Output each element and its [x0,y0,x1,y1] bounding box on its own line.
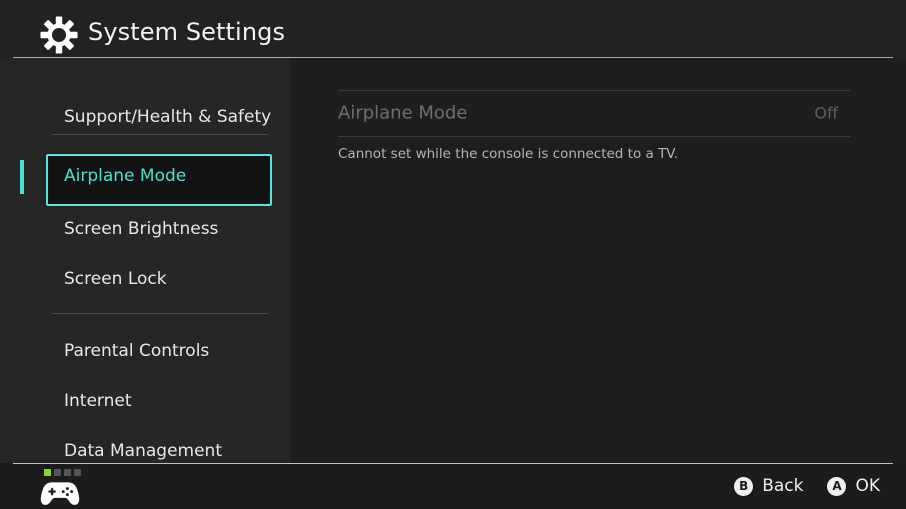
settings-sidebar[interactable]: Support/Health & Safety Airplane Mode Sc… [0,58,290,463]
sidebar-item-screen-lock[interactable]: Screen Lock [0,254,290,304]
ok-button-label: OK [855,476,880,496]
sidebar-item-label: Internet [64,391,132,411]
player-dot-1 [44,469,51,476]
sidebar-item-label: Parental Controls [64,341,210,361]
sidebar-item-label: Support/Health & Safety [64,107,272,127]
sidebar-item-internet[interactable]: Internet [0,376,290,426]
gear-icon [40,16,78,54]
sidebar-item-label: Data Management [64,441,222,461]
player-indicator-dots [44,469,81,476]
settings-detail-panel: Airplane Mode Off Cannot set while the c… [290,58,906,463]
sidebar-item-airplane-mode[interactable]: Airplane Mode [0,151,290,206]
system-settings-screen: System Settings Support/Health & Safety … [0,0,906,509]
setting-label: Airplane Mode [338,102,468,124]
header-bar: System Settings [0,0,906,58]
back-button-label: Back [762,476,804,496]
footer-actions: B Back A OK [734,463,880,509]
footer-bar: B Back A OK [0,463,906,509]
setting-value: Off [814,103,838,123]
sidebar-item-parental-controls[interactable]: Parental Controls [0,326,290,376]
player-dot-2 [54,469,61,476]
sidebar-item-label: Airplane Mode [64,166,187,186]
sidebar-item-label: Screen Lock [64,269,167,289]
sidebar-item-support-health-safety[interactable]: Support/Health & Safety [0,92,290,142]
sidebar-item-screen-brightness[interactable]: Screen Brightness [0,204,290,254]
gamepad-icon [40,482,80,505]
b-button-icon: B [734,476,754,496]
selection-indicator-bar [20,160,24,194]
a-button-icon: A [827,476,847,496]
ok-button[interactable]: A OK [827,476,880,496]
sidebar-item-label: Screen Brightness [64,219,219,239]
player-dot-3 [64,469,71,476]
player-dot-4 [74,469,81,476]
setting-row-bottom-divider [338,136,850,137]
controller-status[interactable] [40,469,84,505]
setting-row-airplane-mode[interactable]: Airplane Mode Off [338,90,850,136]
page-title: System Settings [88,18,286,46]
sidebar-divider-2 [52,313,268,314]
setting-note: Cannot set while the console is connecte… [338,146,679,162]
back-button[interactable]: B Back [734,476,803,496]
